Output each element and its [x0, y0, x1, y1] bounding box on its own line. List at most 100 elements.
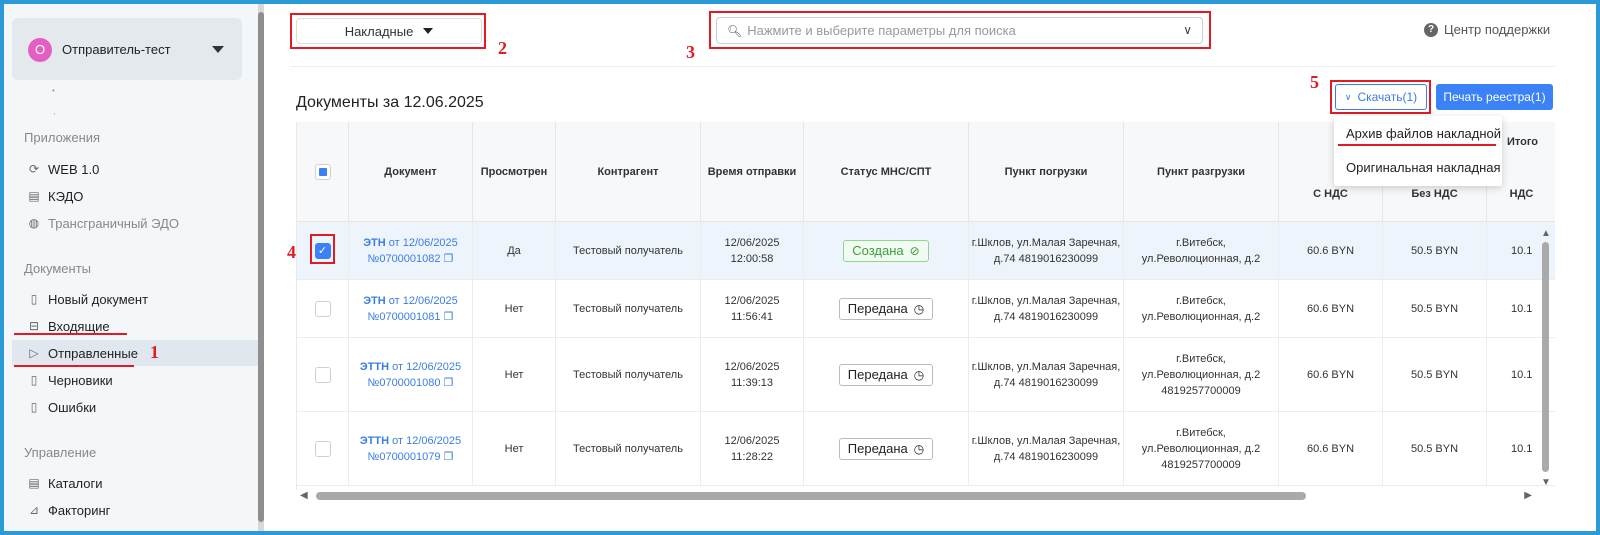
header-cell: Пункт разгрузки	[1124, 122, 1279, 222]
menu-item-original[interactable]: Оригинальная накладная	[1346, 160, 1501, 175]
section-title-docs: Документы	[24, 261, 92, 276]
table-horizontal-scrollbar[interactable]: ◀ ▶	[296, 490, 1536, 502]
without-vat-value: 50.5 BYN	[1410, 302, 1459, 315]
refresh-icon: ⟳	[28, 162, 40, 176]
account-switcher[interactable]: О Отправитель-тест	[12, 18, 242, 80]
sidebar-item-label: Трансграничный ЭДО	[48, 215, 179, 231]
table-vertical-scrollbar[interactable]: ▲ ▼	[1540, 228, 1552, 488]
table-row[interactable]: ✓ ЭТН от 12/06/2025 №0700001082 ❐ Да Тестовы…	[297, 222, 1555, 280]
without-vat-value: 50.5 BYN	[1410, 244, 1459, 257]
copy-icon[interactable]: ❐	[444, 377, 454, 389]
menu-item-archive[interactable]: Архив файлов накладной	[1346, 126, 1501, 141]
sidebar-item-web[interactable]: ⟳ WEB 1.0	[12, 156, 258, 182]
table-row[interactable]: ЭТТН от 12/06/2025 №0700001079 ❐ Нет Тестов…	[297, 412, 1555, 486]
header-cell: Документ	[349, 122, 473, 222]
header-total: Итого	[1507, 136, 1539, 148]
row-checkbox[interactable]	[314, 440, 331, 457]
sidebar-item-label: Черновики	[48, 372, 113, 388]
table-cell: Нет	[473, 412, 556, 485]
scroll-up-icon[interactable]: ▲	[1541, 228, 1551, 239]
file-icon: ▯	[30, 292, 38, 306]
document-link[interactable]: ЭТН от 12/06/2025 №0700001081 ❐	[363, 293, 458, 325]
status-badge: Передана ◷	[838, 297, 934, 320]
table-cell: Нет	[473, 280, 556, 337]
sidebar-scrollbar[interactable]	[258, 4, 264, 531]
divider	[290, 66, 1555, 67]
scroll-left-icon[interactable]: ◀	[300, 490, 308, 501]
annotation-number-3: 3	[686, 42, 695, 62]
sent-time: 12/06/2025 11:39:13	[724, 360, 780, 389]
header-cell: Пункт погрузки	[969, 122, 1124, 222]
sidebar-item-factoring[interactable]: ⊿ Факторинг	[12, 497, 258, 523]
sidebar-item-drafts[interactable]: ▯ Черновики	[12, 367, 258, 393]
table-cell: Создана ⊘	[804, 222, 969, 279]
sidebar-item-sent[interactable]: ▷ Отправленные	[12, 340, 258, 366]
document-link[interactable]: ЭТТН от 12/06/2025 №0700001079 ❐	[360, 433, 461, 465]
header-cell: Статус МНС/СПТ	[804, 122, 969, 222]
scroll-down-icon[interactable]: ▼	[1541, 477, 1551, 488]
scrollbar-thumb[interactable]	[316, 492, 1306, 500]
sidebar-item-catalogs[interactable]: ▤ Каталоги	[12, 470, 258, 496]
document-link[interactable]: ЭТТН от 12/06/2025 №0700001080 ❐	[360, 359, 461, 391]
scroll-right-icon[interactable]: ▶	[1524, 490, 1532, 501]
support-link[interactable]: ? Центр поддержки	[1424, 22, 1550, 37]
table-cell: ЭТТН от 12/06/2025 №0700001079 ❐	[349, 412, 473, 485]
table-cell: 50.5 BYN	[1383, 412, 1487, 485]
sent-time: 12/06/2025 11:28:22	[724, 434, 780, 463]
avatar: О	[28, 38, 52, 62]
table-cell: 60.6 BYN	[1279, 280, 1383, 337]
table-cell: 12/06/2025 12:00:58	[701, 222, 804, 279]
table-cell: Да	[473, 222, 556, 279]
table-cell: г.Шклов, ул.Малая Заречная, д.74 48190162…	[969, 222, 1124, 279]
loading-point: г.Шклов, ул.Малая Заречная, д.74 48190162…	[971, 360, 1121, 389]
section-title-management: Управление	[24, 445, 97, 460]
scrollbar-thumb[interactable]	[1542, 242, 1549, 472]
clock-icon: ◷	[913, 301, 925, 316]
annotation-number-5: 5	[1310, 72, 1319, 92]
row-checkbox[interactable]	[314, 366, 331, 383]
with-vat-value: 60.6 BYN	[1306, 244, 1355, 257]
table-row[interactable]: ЭТН от 12/06/2025 №0700001081 ❐ Нет Тестовы…	[297, 280, 1555, 338]
document-link[interactable]: ЭТН от 12/06/2025 №0700001082 ❐	[363, 235, 458, 267]
table-cell: г.Витебск, ул.Революционная, д.2	[1124, 222, 1279, 279]
account-name: Отправитель-тест	[62, 42, 171, 57]
table-cell: ЭТН от 12/06/2025 №0700001081 ❐	[349, 280, 473, 337]
table-cell	[297, 280, 349, 337]
annotation-underline	[14, 365, 134, 367]
sidebar-item-label: WEB 1.0	[48, 161, 100, 177]
table-cell: Передана ◷	[804, 280, 969, 337]
counterparty-value: Тестовый получатель	[573, 302, 683, 315]
copy-icon[interactable]: ❐	[444, 253, 454, 265]
sidebar-item-new-document[interactable]: ▯ Новый документ	[12, 286, 258, 312]
sidebar-item-crossborder[interactable]: ◍ Трансграничный ЭДО	[12, 210, 258, 236]
table-row[interactable]: ЭТТН от 12/06/2025 №0700001080 ❐ Нет Тестов…	[297, 338, 1555, 412]
copy-icon[interactable]: ❐	[444, 311, 454, 323]
table-cell: г.Витебск, ул.Революционная, д.2 481925770…	[1124, 338, 1279, 411]
table-cell: 12/06/2025 11:28:22	[701, 412, 804, 485]
sidebar-item-inbox[interactable]: ⊟ Входящие	[12, 313, 258, 339]
table-cell: г.Витебск, ул.Революционная, д.2 481925770…	[1124, 412, 1279, 485]
catalog-icon: ▤	[28, 476, 40, 490]
viewed-value: Нет	[504, 368, 524, 381]
loading-point: г.Шклов, ул.Малая Заречная, д.74 48190162…	[971, 236, 1121, 265]
sidebar-item-errors[interactable]: ▯ Ошибки	[12, 394, 258, 420]
inbox-icon: ⊟	[28, 319, 40, 333]
chevron-down-icon	[212, 46, 224, 53]
status-badge: Передана ◷	[838, 437, 934, 460]
section-title-apps: Приложения	[24, 130, 101, 145]
unloading-point: г.Витебск, ул.Революционная, д.2	[1141, 294, 1261, 323]
vat-value: 10.1	[1511, 442, 1533, 455]
table-cell: 12/06/2025 11:56:41	[701, 280, 804, 337]
row-checkbox[interactable]	[314, 300, 331, 317]
annotation-box	[1330, 80, 1431, 114]
table-cell: 60.6 BYN	[1279, 338, 1383, 411]
copy-icon[interactable]: ❐	[444, 451, 454, 463]
sent-time: 12/06/2025 11:56:41	[724, 294, 780, 323]
file-icon: ▯	[30, 400, 38, 414]
annotation-number-1: 1	[150, 342, 159, 362]
table-cell: г.Шклов, ул.Малая Заречная, д.74 48190162…	[969, 412, 1124, 485]
sidebar-item-kedo[interactable]: ▤ КЭДО	[12, 183, 258, 209]
print-registry-button[interactable]: Печать реестра(1)	[1436, 84, 1553, 110]
scrollbar-thumb[interactable]	[258, 12, 264, 522]
select-all-checkbox[interactable]	[315, 164, 331, 180]
